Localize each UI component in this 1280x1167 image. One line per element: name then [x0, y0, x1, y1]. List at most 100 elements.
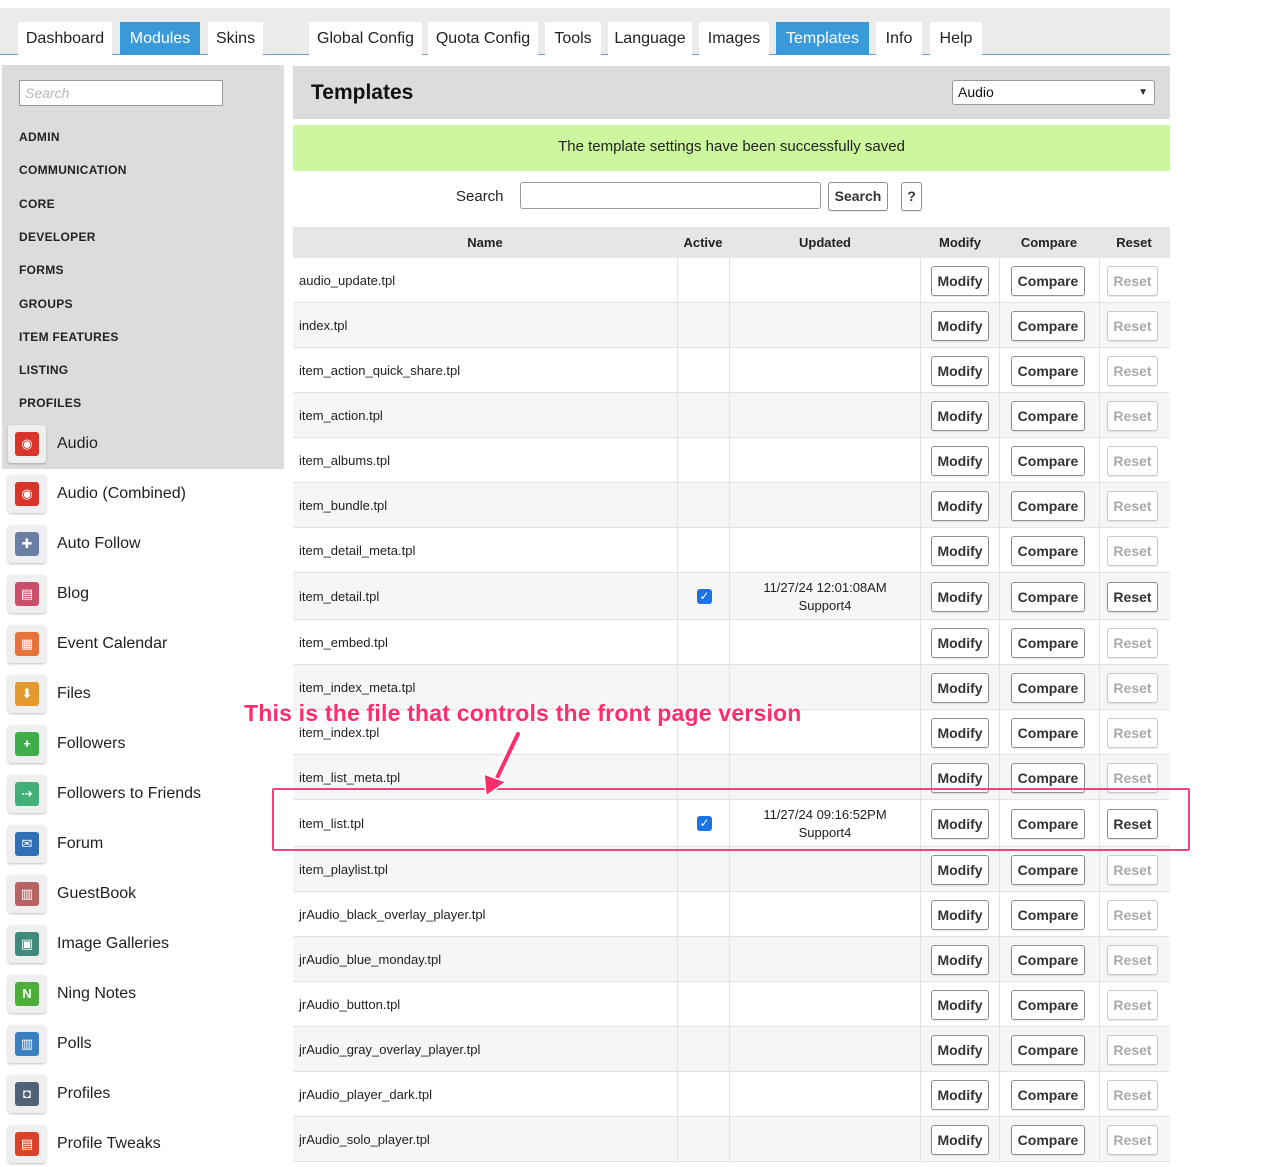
compare-button[interactable]: Compare [1011, 535, 1085, 566]
compare-button[interactable]: Compare [1011, 854, 1085, 885]
reset-button[interactable]: Reset [1107, 1124, 1158, 1155]
sidebar-module-auto-follow[interactable]: ✚ Auto Follow [2, 519, 284, 569]
sidebar-category-groups[interactable]: GROUPS [19, 297, 73, 311]
sidebar-category-developer[interactable]: DEVELOPER [19, 230, 96, 244]
sidebar-category-listing[interactable]: LISTING [19, 363, 68, 377]
modify-button[interactable]: Modify [931, 581, 989, 612]
sidebar-module-image-galleries[interactable]: ▣ Image Galleries [2, 919, 284, 969]
reset-button[interactable]: Reset [1107, 1034, 1158, 1065]
modify-button[interactable]: Modify [931, 400, 989, 431]
modify-button[interactable]: Modify [931, 310, 989, 341]
sidebar-module-forum[interactable]: ✉ Forum [2, 819, 284, 869]
tab-skins[interactable]: Skins [208, 22, 263, 55]
tab-info[interactable]: Info [876, 22, 922, 55]
modify-button[interactable]: Modify [931, 944, 989, 975]
active-checkbox[interactable]: ✓ [697, 588, 712, 604]
compare-button[interactable]: Compare [1011, 265, 1085, 296]
modify-button[interactable]: Modify [931, 1034, 989, 1065]
reset-button[interactable]: Reset [1107, 355, 1158, 386]
compare-button[interactable]: Compare [1011, 672, 1085, 703]
tab-help[interactable]: Help [930, 22, 982, 55]
sidebar-module-polls[interactable]: ▥ Polls [2, 1019, 284, 1069]
sidebar-module-audio[interactable]: ◉ Audio [2, 419, 284, 469]
modify-button[interactable]: Modify [931, 265, 989, 296]
reset-button[interactable]: Reset [1107, 717, 1158, 748]
reset-button[interactable]: Reset [1107, 627, 1158, 658]
cell-divider [677, 258, 678, 302]
tab-images[interactable]: Images [699, 22, 769, 55]
tab-quota-config[interactable]: Quota Config [428, 22, 538, 55]
reset-button[interactable]: Reset [1107, 490, 1158, 521]
modify-button[interactable]: Modify [931, 989, 989, 1020]
reset-button[interactable]: Reset [1107, 1079, 1158, 1110]
reset-button[interactable]: Reset [1107, 445, 1158, 476]
sidebar-module-event-calendar[interactable]: ▦ Event Calendar [2, 619, 284, 669]
compare-button[interactable]: Compare [1011, 717, 1085, 748]
compare-button[interactable]: Compare [1011, 1124, 1085, 1155]
reset-button[interactable]: Reset [1107, 581, 1158, 612]
reset-button[interactable]: Reset [1107, 854, 1158, 885]
sidebar-category-item-features[interactable]: ITEM FEATURES [19, 330, 119, 344]
sidebar-category-forms[interactable]: FORMS [19, 263, 64, 277]
column-header-updated: Updated [799, 235, 851, 250]
modify-button[interactable]: Modify [931, 854, 989, 885]
reset-button[interactable]: Reset [1107, 265, 1158, 296]
reset-button[interactable]: Reset [1107, 899, 1158, 930]
template-search-input[interactable] [520, 182, 821, 209]
modify-button[interactable]: Modify [931, 445, 989, 476]
modify-button[interactable]: Modify [931, 717, 989, 748]
module-select[interactable]: Audio ▼ [952, 80, 1155, 105]
tab-templates[interactable]: Templates [776, 22, 869, 55]
compare-button[interactable]: Compare [1011, 445, 1085, 476]
tab-language[interactable]: Language [608, 22, 692, 55]
cell-divider [729, 937, 730, 981]
sidebar-module-ning-notes[interactable]: N Ning Notes [2, 969, 284, 1019]
help-button[interactable]: ? [901, 182, 922, 211]
compare-button[interactable]: Compare [1011, 1079, 1085, 1110]
sidebar-module-audio-combined[interactable]: ◉ Audio (Combined) [2, 469, 284, 519]
reset-button[interactable]: Reset [1107, 535, 1158, 566]
reset-button[interactable]: Reset [1107, 989, 1158, 1020]
compare-button[interactable]: Compare [1011, 310, 1085, 341]
compare-button[interactable]: Compare [1011, 490, 1085, 521]
sidebar-module-profile-tweaks[interactable]: ▤ Profile Tweaks [2, 1119, 284, 1167]
sidebar-category-communication[interactable]: COMMUNICATION [19, 163, 127, 177]
compare-button[interactable]: Compare [1011, 400, 1085, 431]
sidebar-module-profiles[interactable]: ◘ Profiles [2, 1069, 284, 1119]
tab-global-config[interactable]: Global Config [309, 22, 422, 55]
sidebar-category-profiles[interactable]: PROFILES [19, 396, 81, 410]
sidebar-category-core[interactable]: CORE [19, 197, 55, 211]
cell-divider [999, 937, 1000, 981]
compare-button[interactable]: Compare [1011, 989, 1085, 1020]
sidebar-category-admin[interactable]: ADMIN [19, 130, 60, 144]
tab-dashboard[interactable]: Dashboard [18, 22, 112, 55]
sidebar-module-followers[interactable]: + Followers [2, 719, 284, 769]
sidebar-module-blog[interactable]: ▤ Blog [2, 569, 284, 619]
modify-button[interactable]: Modify [931, 1079, 989, 1110]
modify-button[interactable]: Modify [931, 1124, 989, 1155]
compare-button[interactable]: Compare [1011, 899, 1085, 930]
modify-button[interactable]: Modify [931, 899, 989, 930]
compare-button[interactable]: Compare [1011, 944, 1085, 975]
sidebar-module-followers-to-friends[interactable]: ⇢ Followers to Friends [2, 769, 284, 819]
modify-button[interactable]: Modify [931, 672, 989, 703]
search-button[interactable]: Search [828, 182, 888, 211]
modify-button[interactable]: Modify [931, 627, 989, 658]
compare-button[interactable]: Compare [1011, 581, 1085, 612]
reset-button[interactable]: Reset [1107, 944, 1158, 975]
sidebar-search-input[interactable] [19, 80, 223, 106]
compare-button[interactable]: Compare [1011, 627, 1085, 658]
sidebar-module-files[interactable]: ⬇ Files [2, 669, 284, 719]
cell-divider [920, 303, 921, 347]
tab-tools[interactable]: Tools [545, 22, 601, 55]
sidebar-module-guestbook[interactable]: ▥ GuestBook [2, 869, 284, 919]
tab-modules[interactable]: Modules [120, 22, 200, 55]
modify-button[interactable]: Modify [931, 355, 989, 386]
modify-button[interactable]: Modify [931, 490, 989, 521]
reset-button[interactable]: Reset [1107, 310, 1158, 341]
reset-button[interactable]: Reset [1107, 672, 1158, 703]
compare-button[interactable]: Compare [1011, 1034, 1085, 1065]
modify-button[interactable]: Modify [931, 535, 989, 566]
compare-button[interactable]: Compare [1011, 355, 1085, 386]
reset-button[interactable]: Reset [1107, 400, 1158, 431]
